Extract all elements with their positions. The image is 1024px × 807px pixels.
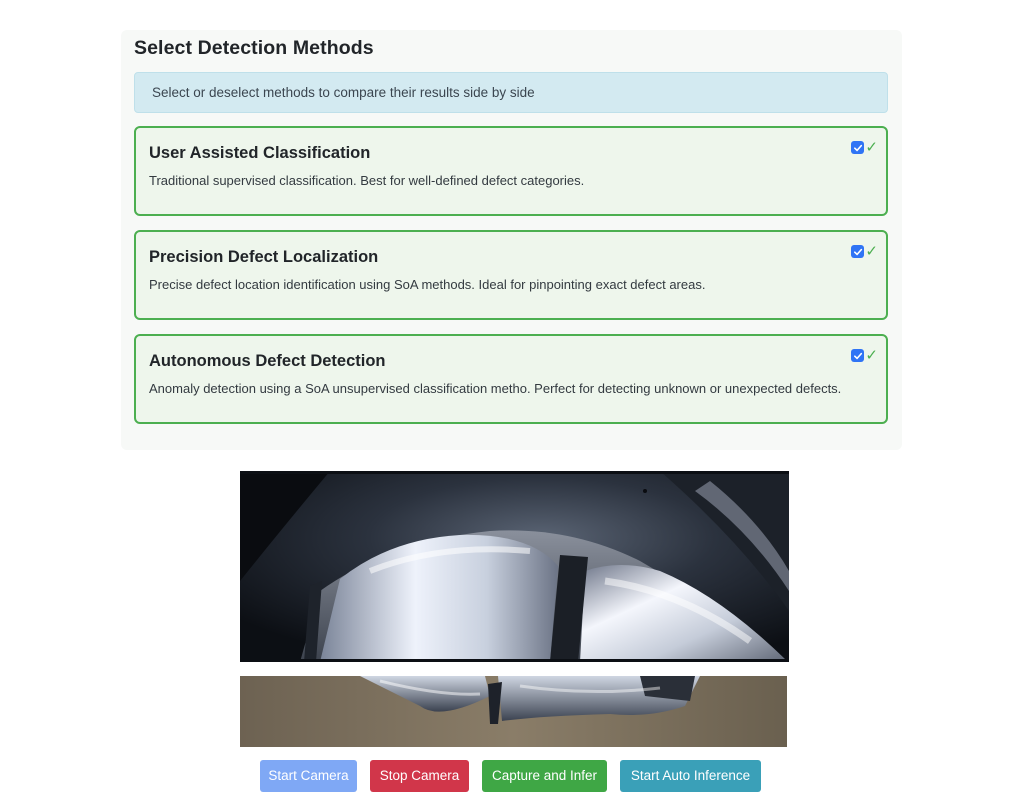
stop-camera-button[interactable]: Stop Camera: [370, 760, 469, 792]
method-select-toggle[interactable]: ✓: [851, 139, 878, 156]
camera-feed-image: [240, 471, 789, 662]
camera-preview-strip: [240, 676, 787, 747]
method-title: User Assisted Classification: [149, 144, 371, 162]
method-checkbox[interactable]: [851, 141, 865, 154]
method-description: Precise defect location identification u…: [149, 277, 706, 292]
checkbox-check-icon: [853, 144, 863, 151]
method-checkbox[interactable]: [851, 245, 865, 258]
method-title: Precision Defect Localization: [149, 248, 379, 266]
method-checkbox[interactable]: [851, 349, 865, 362]
info-banner: Select or deselect methods to compare th…: [134, 72, 888, 113]
method-card-autonomous-defect-detection[interactable]: Autonomous Defect Detection Anomaly dete…: [134, 334, 888, 424]
method-description: Traditional supervised classification. B…: [149, 173, 585, 188]
checkbox-check-icon: [853, 248, 863, 255]
start-auto-inference-button[interactable]: Start Auto Inference: [620, 760, 761, 792]
checkbox-check-icon: [853, 352, 863, 359]
panel-title: Select Detection Methods: [134, 37, 374, 59]
detection-methods-panel: Select Detection Methods Select or desel…: [121, 30, 902, 450]
capture-and-infer-button[interactable]: Capture and Infer: [482, 760, 607, 792]
camera-controls: Start Camera Stop Camera Capture and Inf…: [0, 760, 1024, 792]
start-camera-button[interactable]: Start Camera: [260, 760, 357, 792]
method-select-toggle[interactable]: ✓: [851, 243, 878, 260]
method-select-toggle[interactable]: ✓: [851, 347, 878, 364]
selected-check-icon: ✓: [865, 347, 878, 364]
selected-check-icon: ✓: [865, 139, 878, 156]
method-card-user-assisted-classification[interactable]: User Assisted Classification Traditional…: [134, 126, 888, 216]
selected-check-icon: ✓: [865, 243, 878, 260]
method-description: Anomaly detection using a SoA unsupervis…: [149, 381, 842, 396]
method-title: Autonomous Defect Detection: [149, 352, 386, 370]
method-card-precision-defect-localization[interactable]: Precision Defect Localization Precise de…: [134, 230, 888, 320]
